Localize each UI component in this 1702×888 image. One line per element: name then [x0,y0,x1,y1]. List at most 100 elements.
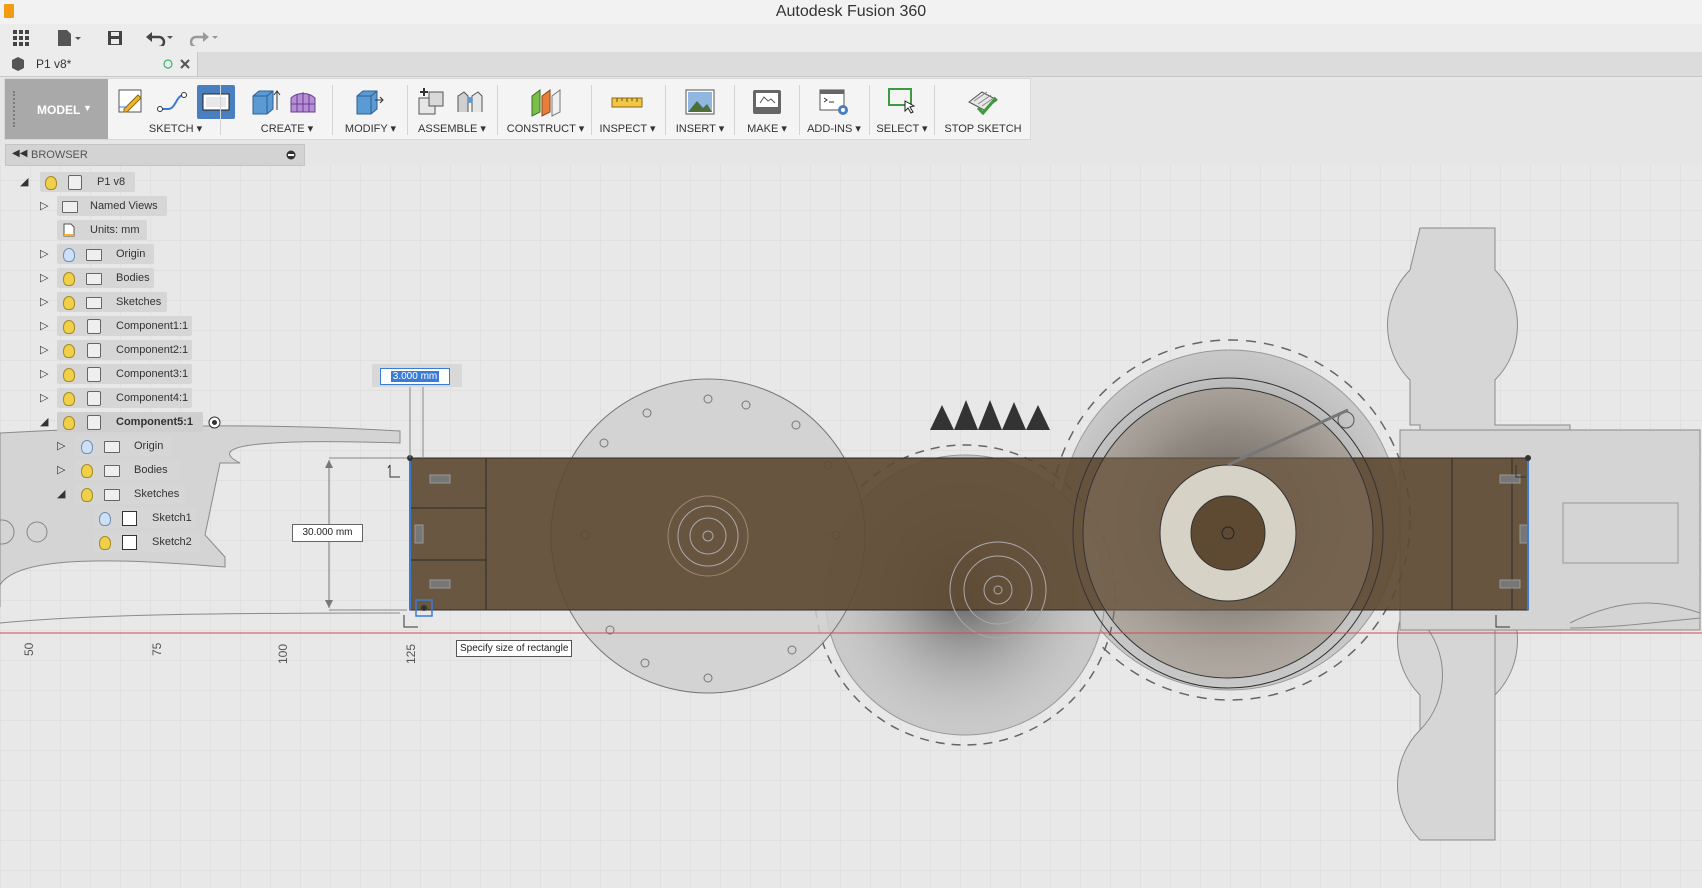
extrude-icon[interactable] [247,85,283,119]
tree-row-bodies[interactable]: ▷ Bodies [0,268,300,288]
toolbar-separator [934,85,935,135]
scripts-addins-icon[interactable] [816,85,852,119]
visibility-bulb-icon[interactable] [81,440,93,454]
visibility-bulb-icon[interactable] [63,392,75,406]
visibility-bulb-icon[interactable] [63,248,75,262]
component-icon [87,391,101,406]
collapse-triangle-icon[interactable]: ◢ [57,487,65,500]
toolbar-grip[interactable] [13,91,18,127]
expand-triangle-icon[interactable]: ▷ [40,319,48,332]
visibility-bulb-icon[interactable] [81,464,93,478]
expand-triangle-icon[interactable]: ▷ [57,463,65,476]
select-icon[interactable] [884,85,920,119]
tree-row-nested-origin[interactable]: ▷ Origin [0,436,300,456]
tree-row-component3[interactable]: ▷ Component3:1 [0,364,300,384]
visibility-bulb-icon[interactable] [63,368,75,382]
expand-triangle-icon[interactable]: ▷ [40,343,48,356]
folder-icon [104,465,120,477]
browser-options-icon[interactable] [286,150,296,160]
construct-group[interactable]: CONSTRUCT ▾ [503,79,588,139]
document-tab-bar: P1 v8* [0,52,1702,77]
chevron-down-icon: ▼ [83,103,92,113]
tree-row-component4[interactable]: ▷ Component4:1 [0,388,300,408]
tree-row-nested-sketches[interactable]: ◢ Sketches [0,484,300,504]
folder-icon [86,297,102,309]
component-icon [87,367,101,382]
assemble-menu-label: ASSEMBLE ▾ [418,123,486,135]
expand-triangle-icon[interactable]: ▷ [40,199,48,212]
activate-component-icon[interactable] [208,416,221,429]
assemble-group[interactable]: ASSEMBLE ▾ [412,79,492,139]
ruler-label: 100 [276,643,290,664]
tree-row-sketch1[interactable]: Sketch1 [0,508,300,528]
redo-icon[interactable] [190,28,220,48]
visibility-bulb-icon[interactable] [45,176,57,190]
expand-triangle-icon[interactable]: ▷ [40,391,48,404]
tree-row-named-views[interactable]: ▷ Named Views [0,196,300,216]
joint-icon[interactable] [452,85,488,119]
collapse-browser-icon[interactable]: ◀◀ [12,148,27,159]
quick-access-toolbar [0,24,1702,53]
3d-print-icon[interactable] [749,85,785,119]
visibility-bulb-icon[interactable] [63,416,75,430]
collapse-triangle-icon[interactable]: ◢ [20,175,28,188]
expand-triangle-icon[interactable]: ▷ [40,247,48,260]
tree-label: P1 v8 [97,176,126,188]
workspace-switcher[interactable]: MODEL ▼ [5,79,108,139]
dimension-width-input[interactable]: 3.000 mm [380,368,450,385]
insert-group[interactable]: INSERT ▾ [670,79,730,139]
visibility-bulb-icon[interactable] [63,296,75,310]
measure-icon[interactable] [609,85,645,119]
expand-triangle-icon[interactable]: ▷ [40,295,48,308]
form-icon[interactable] [285,85,321,119]
tree-label: Sketch1 [152,512,192,524]
document-tab[interactable]: P1 v8* [0,52,198,76]
collapse-triangle-icon[interactable]: ◢ [40,415,48,428]
save-icon[interactable] [105,28,125,48]
new-component-icon[interactable] [414,85,450,119]
document-settings-icon [63,223,75,237]
tree-row-component1[interactable]: ▷ Component1:1 [0,316,300,336]
create-sketch-icon[interactable] [113,85,149,119]
press-pull-icon[interactable] [351,85,387,119]
visibility-bulb-icon[interactable] [99,512,111,526]
add-ins-group[interactable]: ADD-INS ▾ [803,79,865,139]
data-panel-grid-icon[interactable] [10,28,32,48]
design-doc-icon [12,57,24,71]
stop-sketch-group[interactable]: STOP SKETCH [939,79,1027,139]
line-sketch-icon[interactable] [155,85,191,119]
toolbar-separator [665,85,666,135]
tree-row-sketch2[interactable]: Sketch2 [0,532,300,552]
visibility-bulb-icon[interactable] [99,536,111,550]
make-group[interactable]: MAKE ▾ [738,79,796,139]
tree-label: Bodies [134,464,168,476]
tree-row-units[interactable]: Units: mm [0,220,300,240]
tree-row-sketches[interactable]: ▷ Sketches [0,292,300,312]
select-group[interactable]: SELECT ▾ [873,79,931,139]
tree-row-component5-active[interactable]: ◢ Component5:1 [0,412,300,432]
visibility-bulb-icon[interactable] [63,272,75,286]
expand-triangle-icon[interactable]: ▷ [40,271,48,284]
undo-icon[interactable] [145,28,175,48]
insert-image-icon[interactable] [682,85,718,119]
expand-triangle-icon[interactable]: ▷ [40,367,48,380]
construct-menu-label: CONSTRUCT ▾ [506,123,585,135]
modify-group[interactable]: MODIFY ▾ [338,79,403,139]
close-tab-icon[interactable] [180,59,190,69]
file-menu-icon[interactable] [55,28,83,48]
tree-row-nested-bodies[interactable]: ▷ Bodies [0,460,300,480]
visibility-bulb-icon[interactable] [63,344,75,358]
dimension-height-label[interactable]: 30.000 mm [292,524,363,542]
rectangle-sketch-icon[interactable] [197,85,235,119]
tree-row-component2[interactable]: ▷ Component2:1 [0,340,300,360]
expand-triangle-icon[interactable]: ▷ [57,439,65,452]
offset-plane-icon[interactable] [527,85,563,119]
visibility-bulb-icon[interactable] [63,320,75,334]
insert-menu-label: INSERT ▾ [675,123,725,135]
tree-row-origin[interactable]: ▷ Origin [0,244,300,264]
stop-sketch-icon[interactable] [965,85,1001,119]
create-group[interactable]: CREATE ▾ [247,79,327,139]
tree-root-row[interactable]: ◢ P1 v8 [0,172,300,192]
inspect-group[interactable]: INSPECT ▾ [595,79,660,139]
visibility-bulb-icon[interactable] [81,488,93,502]
